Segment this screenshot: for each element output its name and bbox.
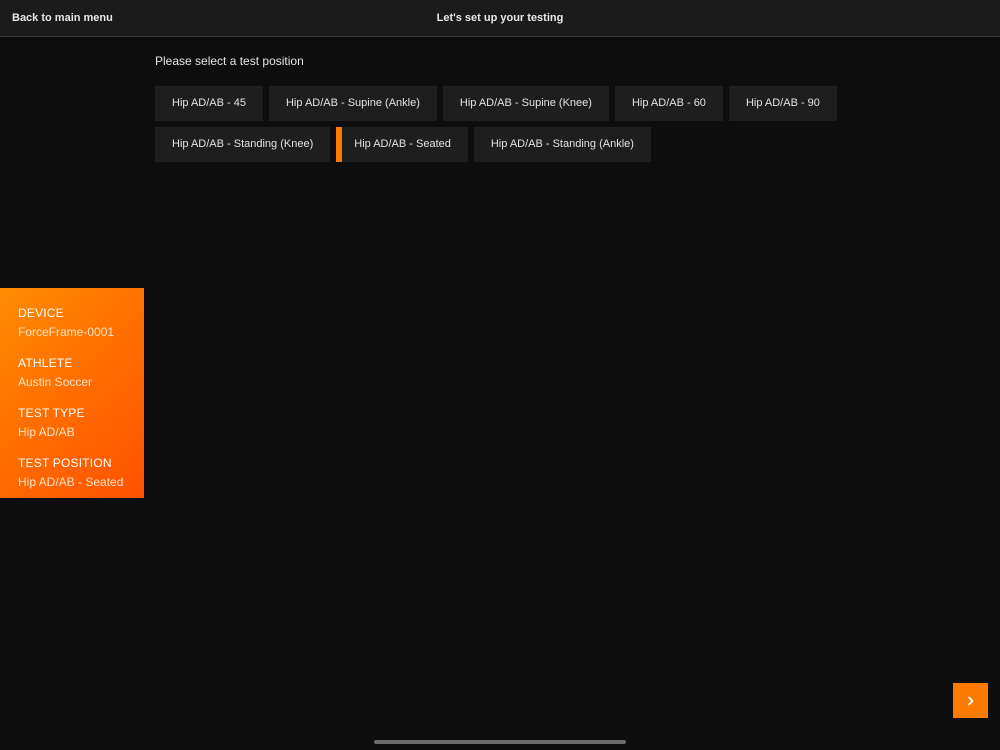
athlete-value: Austin Soccer: [18, 375, 93, 389]
test-position-options: Hip AD/AB - 45 Hip AD/AB - Supine (Ankle…: [155, 86, 837, 168]
page-title: Let's set up your testing: [436, 12, 564, 24]
option-hip-adab-supine-knee[interactable]: Hip AD/AB - Supine (Knee): [442, 86, 609, 121]
device-label: DEVICE: [18, 306, 64, 320]
option-hip-adab-90[interactable]: Hip AD/AB - 90: [728, 86, 837, 121]
option-hip-adab-supine-ankle[interactable]: Hip AD/AB - Supine (Ankle): [268, 86, 437, 121]
option-hip-adab-seated[interactable]: Hip AD/AB - Seated: [336, 127, 468, 162]
next-button[interactable]: [953, 683, 988, 718]
athlete-label: ATHLETE: [18, 356, 73, 370]
options-row-2: Hip AD/AB - Standing (Knee) Hip AD/AB - …: [155, 127, 835, 162]
options-row-1: Hip AD/AB - 45 Hip AD/AB - Supine (Ankle…: [155, 86, 837, 121]
option-hip-adab-45[interactable]: Hip AD/AB - 45: [155, 86, 263, 121]
test-summary-panel: DEVICE ForceFrame-0001 ATHLETE Austin So…: [0, 288, 144, 498]
test-position-label: TEST POSITION: [18, 456, 112, 470]
top-bar: Back to main menu Let's set up your test…: [0, 0, 1000, 37]
option-hip-adab-60[interactable]: Hip AD/AB - 60: [614, 86, 723, 121]
test-position-value: Hip AD/AB - Seated: [18, 475, 124, 489]
device-value: ForceFrame-0001: [18, 325, 115, 339]
select-position-prompt: Please select a test position: [155, 54, 304, 68]
chevron-right-icon: [967, 696, 973, 705]
option-hip-adab-standing-knee[interactable]: Hip AD/AB - Standing (Knee): [155, 127, 331, 162]
test-type-label: TEST TYPE: [18, 406, 85, 420]
option-hip-adab-standing-ankle[interactable]: Hip AD/AB - Standing (Ankle): [473, 127, 651, 162]
test-type-value: Hip AD/AB: [18, 425, 75, 439]
home-indicator[interactable]: [374, 740, 626, 744]
